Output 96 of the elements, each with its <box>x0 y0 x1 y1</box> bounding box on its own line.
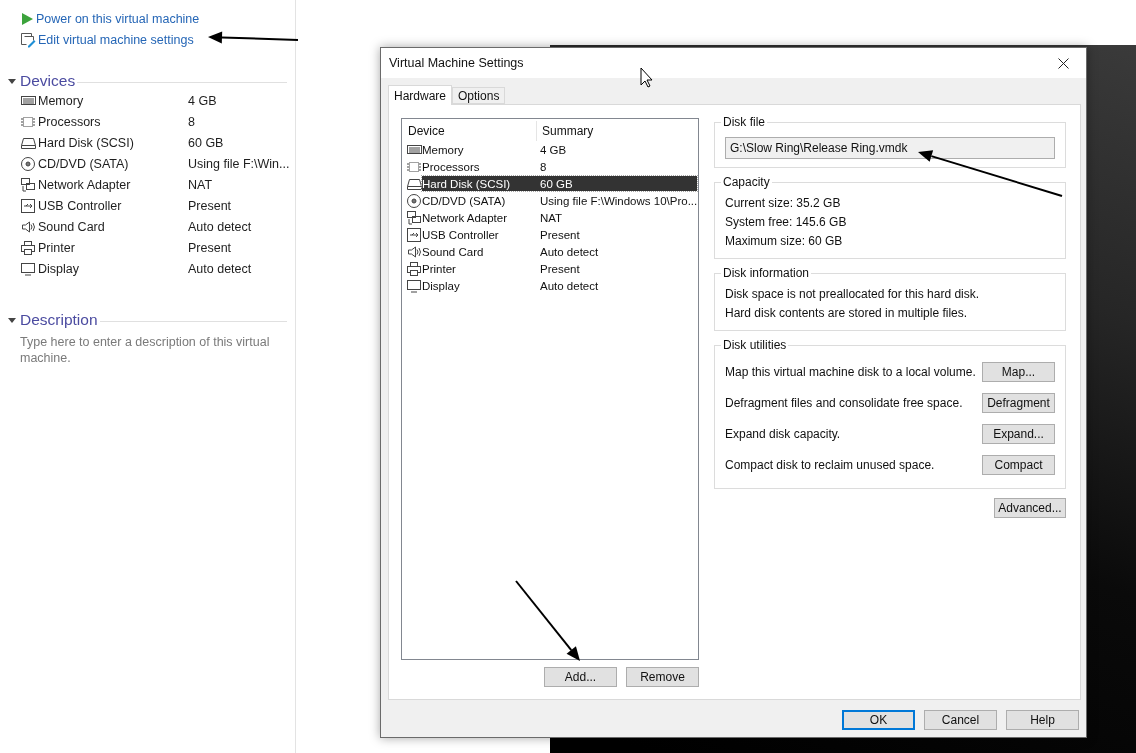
device-value: 8 <box>188 114 196 129</box>
device-name: Hard Disk (SCSI) <box>38 135 134 150</box>
device-summary: Using file F:\Windows 10\Pro... <box>540 194 697 207</box>
device-summary: Auto detect <box>540 245 600 258</box>
device-value: 4 GB <box>188 93 218 108</box>
info-text: Hard disk contents are stored in multiple files. <box>725 304 969 322</box>
play-icon <box>20 11 34 26</box>
usb-device-icon <box>406 226 422 243</box>
device-value: Auto detect <box>188 219 253 234</box>
device-name: Memory <box>38 93 84 108</box>
device-name: Display <box>422 279 461 292</box>
tab[interactable]: Hardware <box>388 85 453 105</box>
device-row[interactable]: Network Adapter NAT <box>422 210 697 225</box>
device-summary: 60 GB <box>540 177 574 190</box>
cd-device-icon <box>406 192 422 209</box>
device-value: Present <box>188 198 233 213</box>
device-name: Network Adapter <box>422 211 508 224</box>
capacity-text: System free: 145.6 GB <box>725 213 848 231</box>
close-icon <box>1057 57 1069 69</box>
device-summary: 8 <box>540 160 548 173</box>
device-name: USB Controller <box>38 198 122 213</box>
device-summary: Present <box>540 228 581 241</box>
caret-down-icon <box>7 76 17 86</box>
column-header[interactable]: Summary <box>537 121 698 141</box>
remove-button[interactable]: Remove <box>626 667 699 687</box>
device-name: Display <box>38 261 79 276</box>
device-summary: 4 GB <box>540 143 568 156</box>
section-title: Description <box>19 311 99 329</box>
device-value: Present <box>188 240 233 255</box>
dialog-button[interactable]: OK <box>842 710 915 730</box>
device-row[interactable]: USB Controller Present <box>422 227 697 242</box>
dialog-title: Virtual Machine Settings <box>389 56 524 70</box>
device-value: NAT <box>188 177 214 192</box>
info-text: Disk space is not preallocated for this hard disk. <box>725 285 981 303</box>
printer-device-icon <box>20 239 36 256</box>
device-name: Processors <box>38 114 101 129</box>
add-button[interactable]: Add... <box>544 667 617 687</box>
capacity-text: Current size: 35.2 GB <box>725 194 842 212</box>
device-name: USB Controller <box>422 228 500 241</box>
utility-text: Compact disk to reclaim unused space. <box>725 457 935 472</box>
device-row[interactable]: Processors 8 <box>422 159 697 174</box>
device-row[interactable]: Sound Card Auto detect <box>422 244 697 259</box>
tab[interactable]: Options <box>452 87 506 104</box>
utility-text: Map this virtual machine disk to a local volume. <box>725 364 976 379</box>
advanced-button[interactable]: Advanced... <box>994 498 1066 518</box>
device-summary: Auto detect <box>540 279 600 292</box>
device-name: Hard Disk (SCSI) <box>422 177 512 190</box>
description-field[interactable]: Type here to enter a description of this virtual machine. <box>20 334 270 370</box>
device-name: Memory <box>422 143 465 156</box>
section-title: Devices <box>19 72 77 90</box>
device-name: Sound Card <box>38 219 105 234</box>
utility-button[interactable]: Compact <box>982 454 1055 475</box>
action-link[interactable]: Power on this virtual machine <box>20 8 200 29</box>
utility-button[interactable]: Map... <box>982 361 1055 382</box>
device-summary: Present <box>540 262 581 275</box>
group-title: Disk file <box>721 115 767 129</box>
group-title: Disk utilities <box>721 338 789 352</box>
device-row[interactable]: CD/DVD (SATA) Using file F:\Windows 10\Pro... <box>422 193 697 208</box>
device-name: Sound Card <box>422 245 485 258</box>
device-name: Printer <box>38 240 75 255</box>
device-row[interactable]: Printer Present <box>422 261 697 276</box>
device-row[interactable]: Memory 4 GB <box>422 142 697 157</box>
device-name: Processors <box>422 160 481 173</box>
dialog-button[interactable]: Cancel <box>924 710 997 730</box>
display-device-icon <box>406 277 422 294</box>
network-device-icon <box>406 209 422 226</box>
sound-device-icon <box>20 218 36 235</box>
cd-device-icon <box>20 155 36 172</box>
device-value: Auto detect <box>188 261 253 276</box>
device-value: 60 GB <box>188 135 225 150</box>
caret-down-icon <box>7 315 17 325</box>
utility-button[interactable]: Defragment <box>982 392 1055 413</box>
edit-settings-icon <box>20 31 36 48</box>
usb-device-icon <box>20 197 36 214</box>
utility-text: Defragment files and consolidate free space. <box>725 395 963 410</box>
action-link[interactable]: Edit virtual machine settings <box>20 29 194 50</box>
device-name: Printer <box>422 262 457 275</box>
network-device-icon <box>20 176 36 193</box>
column-header[interactable]: Device <box>406 121 537 141</box>
device-summary: NAT <box>540 211 564 224</box>
disk-file-field[interactable]: G:\Slow Ring\Release Ring.vmdk <box>725 137 1055 159</box>
device-value: Using file F:\Win... <box>188 156 291 171</box>
dialog-button[interactable]: Help <box>1006 710 1079 730</box>
printer-device-icon <box>406 260 422 277</box>
sound-device-icon <box>406 243 422 260</box>
device-row[interactable]: Hard Disk (SCSI) 60 GB <box>422 176 697 191</box>
group-title: Disk information <box>721 266 812 280</box>
device-name: CD/DVD (SATA) <box>38 156 129 171</box>
display-device-icon <box>20 260 36 277</box>
device-name: CD/DVD (SATA) <box>422 194 507 207</box>
utility-text: Expand disk capacity. <box>725 426 841 441</box>
group-title: Capacity <box>721 175 772 189</box>
utility-button[interactable]: Expand... <box>982 423 1055 444</box>
capacity-text: Maximum size: 60 GB <box>725 232 844 250</box>
device-name: Network Adapter <box>38 177 131 192</box>
device-row[interactable]: Display Auto detect <box>422 278 697 293</box>
